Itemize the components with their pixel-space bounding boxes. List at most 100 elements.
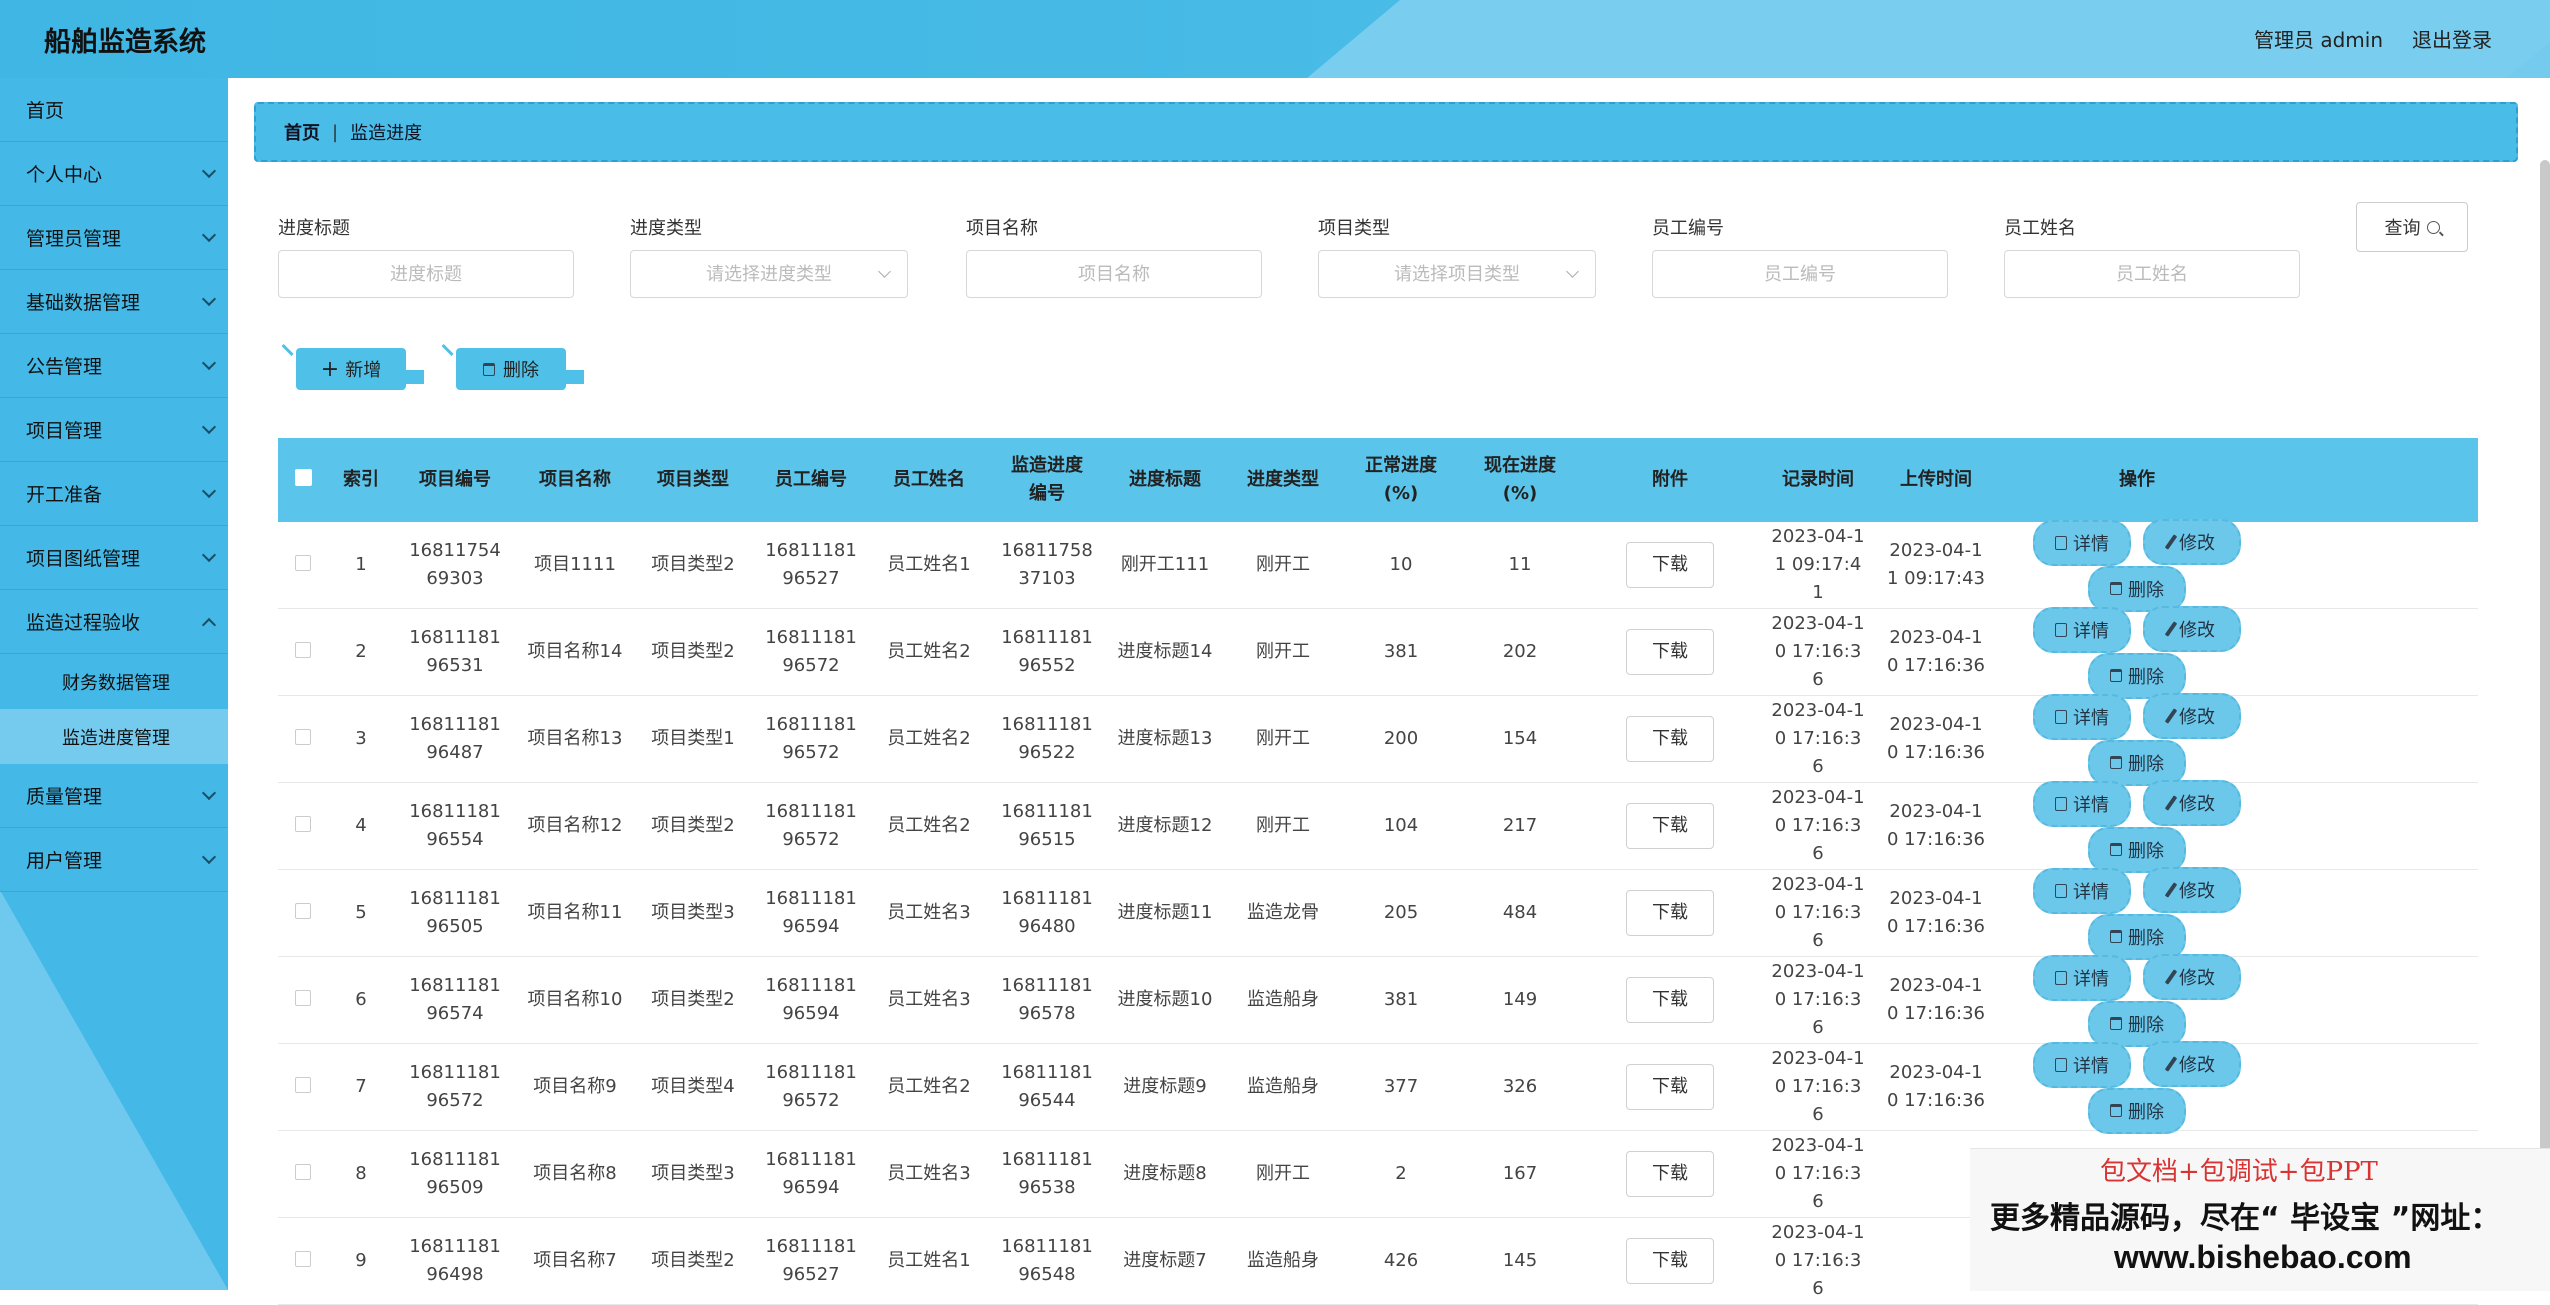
chevron-down-icon: [201, 291, 217, 307]
sidebar-item-6[interactable]: 开工准备: [0, 462, 228, 526]
batch-delete-button[interactable]: 删除: [441, 334, 584, 390]
sidebar-item-label: 项目管理: [26, 420, 103, 442]
download-button[interactable]: 下载: [1626, 542, 1714, 588]
detail-button[interactable]: 详情: [2033, 693, 2131, 740]
detail-button[interactable]: 详情: [2033, 1041, 2131, 1088]
edit-button[interactable]: 修改: [2143, 953, 2241, 1000]
sidebar-item-10[interactable]: 用户管理: [0, 828, 228, 892]
query-button[interactable]: 查询: [2356, 202, 2468, 252]
column-header: 操作: [2119, 469, 2155, 490]
search-input-2[interactable]: 项目名称: [966, 250, 1262, 298]
cell-idx: 9: [355, 1250, 367, 1271]
cell-normal: 2: [1395, 1163, 1407, 1184]
sidebar-item-1[interactable]: 个人中心: [0, 142, 228, 206]
detail-button[interactable]: 详情: [2033, 780, 2131, 827]
sidebar-item-3[interactable]: 基础数据管理: [0, 270, 228, 334]
edit-button[interactable]: 修改: [2143, 866, 2241, 913]
edit-button[interactable]: 修改: [2143, 1040, 2241, 1087]
row-checkbox[interactable]: [295, 554, 311, 571]
delete-button-label: 删除: [2128, 1101, 2164, 1123]
download-button[interactable]: 下载: [1626, 716, 1714, 762]
search-input-4[interactable]: 员工编号: [1652, 250, 1948, 298]
row-checkbox[interactable]: [295, 641, 311, 658]
cell-stype: 监造船身: [1247, 1076, 1319, 1097]
edit-button[interactable]: 修改: [2143, 605, 2241, 652]
sidebar-item-label: 质量管理: [26, 786, 103, 808]
download-button[interactable]: 下载: [1626, 629, 1714, 675]
cell-title: 进度标题10: [1117, 989, 1213, 1010]
sidebar-item-8[interactable]: 监造过程验收: [0, 590, 228, 654]
edit-button-label: 修改: [2179, 967, 2215, 989]
row-checkbox[interactable]: [295, 1076, 311, 1093]
search-input-5[interactable]: 员工姓名: [2004, 250, 2300, 298]
edit-button[interactable]: 修改: [2143, 692, 2241, 739]
cell-eno: 1681118196527: [765, 540, 857, 589]
sidebar-item-9[interactable]: 质量管理: [0, 764, 228, 828]
button-decoration: [564, 370, 584, 384]
add-button[interactable]: + 新增: [281, 334, 424, 390]
cell-idx: 5: [355, 902, 367, 923]
ad-banner[interactable]: 包文档+包调试+包PPT 更多精品源码，尽在“ 毕设宝 ”网址： www.bis…: [1970, 1148, 2550, 1291]
download-button[interactable]: 下载: [1626, 803, 1714, 849]
row-checkbox-cell: [278, 554, 328, 576]
row-checkbox[interactable]: [295, 815, 311, 832]
row-checkbox[interactable]: [295, 728, 311, 745]
delete-button[interactable]: 删除: [2088, 1087, 2186, 1134]
download-button[interactable]: 下载: [1626, 1064, 1714, 1110]
cell-ptype: 项目类型2: [651, 989, 735, 1010]
column-header: 上传时间: [1900, 469, 1972, 490]
trash-icon: [2110, 756, 2122, 769]
search-select-3[interactable]: 请选择项目类型: [1318, 250, 1596, 298]
row-checkbox[interactable]: [295, 902, 311, 919]
cell-ename: 员工姓名1: [887, 1250, 971, 1271]
cell-ptype: 项目类型2: [651, 554, 735, 575]
sidebar-item-4[interactable]: 公告管理: [0, 334, 228, 398]
cell-normal: 200: [1383, 728, 1419, 749]
breadcrumb-current: 监造进度: [350, 123, 423, 144]
download-button[interactable]: 下载: [1626, 890, 1714, 936]
edit-button[interactable]: 修改: [2143, 518, 2241, 565]
vertical-scrollbar[interactable]: [2540, 160, 2550, 1190]
sidebar-item-5[interactable]: 项目管理: [0, 398, 228, 462]
sidebar-subitem-0[interactable]: 财务数据管理: [0, 654, 228, 709]
logout-link[interactable]: 退出登录: [2412, 24, 2492, 53]
cell-ename: 员工姓名1: [887, 554, 971, 575]
detail-button[interactable]: 详情: [2033, 606, 2131, 653]
row-checkbox[interactable]: [295, 989, 311, 1006]
edit-button[interactable]: 修改: [2143, 779, 2241, 826]
cell-idx: 6: [355, 989, 367, 1010]
cell-pno: 1681118196505: [409, 888, 501, 937]
sidebar-decoration: [0, 890, 228, 1290]
sidebar-item-7[interactable]: 项目图纸管理: [0, 526, 228, 590]
row-checkbox[interactable]: [295, 1250, 311, 1267]
sidebar-item-0[interactable]: 首页: [0, 78, 228, 142]
cell-ename: 员工姓名2: [887, 1076, 971, 1097]
trash-icon: [2110, 582, 2122, 595]
search-label-2: 项目名称: [966, 218, 1038, 239]
sidebar-subitem-1[interactable]: 监造进度管理: [0, 709, 228, 764]
download-button[interactable]: 下载: [1626, 1151, 1714, 1197]
search-select-1[interactable]: 请选择进度类型: [630, 250, 908, 298]
table-row: 7 1681118196572 项目名称9 项目类型4 1681118196572 员工姓…: [278, 1040, 2478, 1134]
select-all-checkbox[interactable]: [294, 469, 312, 486]
download-button[interactable]: 下载: [1626, 1238, 1714, 1284]
cell-pname: 项目1111: [534, 554, 616, 575]
breadcrumb-home[interactable]: 首页: [284, 119, 320, 145]
detail-button[interactable]: 详情: [2033, 867, 2131, 914]
detail-button[interactable]: 详情: [2033, 954, 2131, 1001]
edit-button-label: 修改: [2179, 532, 2215, 554]
download-button[interactable]: 下载: [1626, 977, 1714, 1023]
button-decoration: [404, 370, 424, 384]
detail-button[interactable]: 详情: [2033, 519, 2131, 566]
search-input-0[interactable]: 进度标题: [278, 250, 574, 298]
table-row: 1 1681175469303 项目1111 项目类型2 1681118196527 员工…: [278, 518, 2478, 612]
chevron-down-icon: [201, 483, 217, 499]
delete-button-label: 删除: [2128, 753, 2164, 775]
cell-now: 145: [1502, 1250, 1538, 1271]
row-checkbox[interactable]: [295, 1163, 311, 1180]
cell-attachment: 下载: [1580, 1238, 1760, 1284]
sidebar-item-2[interactable]: 管理员管理: [0, 206, 228, 270]
search-placeholder: 员工姓名: [2116, 264, 2188, 285]
cell-idx: 8: [355, 1163, 367, 1184]
cell-normal: 104: [1383, 815, 1419, 836]
